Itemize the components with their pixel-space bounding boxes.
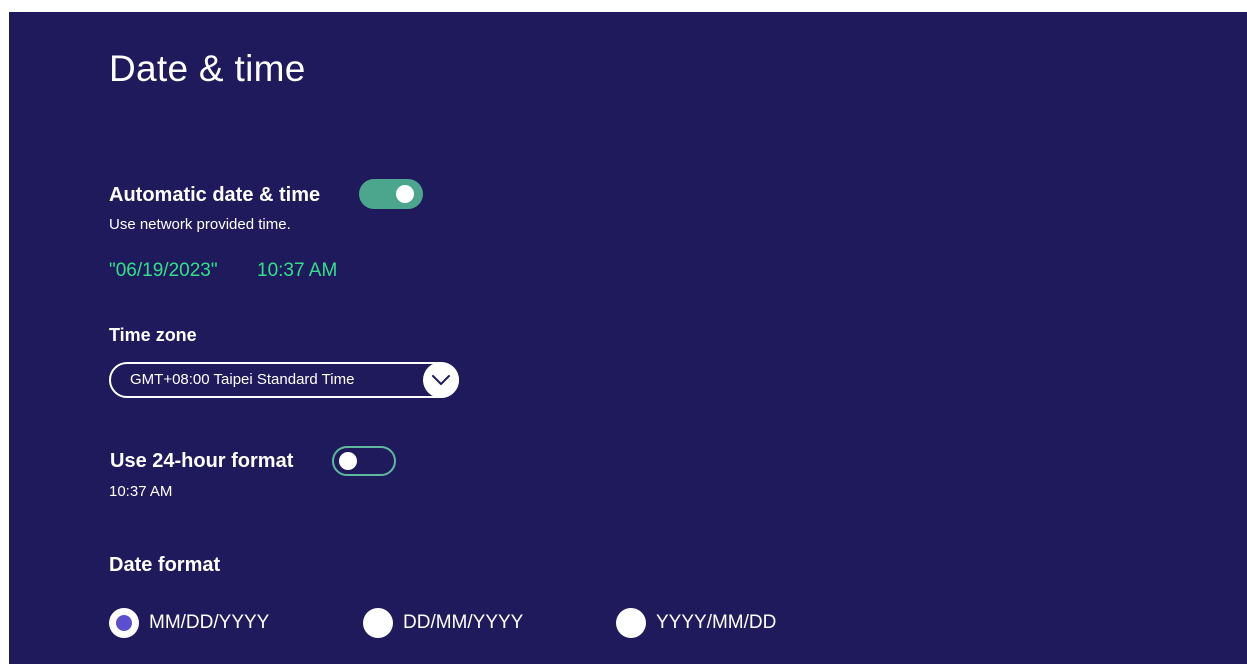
automatic-date-time-toggle[interactable]: [359, 179, 423, 209]
radio-unselected-icon[interactable]: [363, 608, 393, 638]
automatic-date-time-description: Use network provided time.: [109, 216, 291, 233]
time-zone-dropdown[interactable]: GMT+08:00 Taipei Standard Time: [109, 362, 459, 398]
hour-format-label: Use 24-hour format: [110, 450, 294, 472]
hour-format-preview: 10:37 AM: [109, 483, 173, 500]
page-title: Date & time: [109, 48, 306, 89]
radio-unselected-icon[interactable]: [616, 608, 646, 638]
radio-label: MM/DD/YYYY: [149, 612, 270, 633]
current-date: "06/19/2023": [109, 260, 218, 281]
chevron-down-icon[interactable]: [423, 362, 459, 398]
toggle-knob: [339, 452, 357, 470]
time-zone-selected-value: GMT+08:00 Taipei Standard Time: [130, 371, 355, 388]
radio-label: DD/MM/YYYY: [403, 612, 524, 633]
date-format-label: Date format: [109, 554, 221, 576]
current-time: 10:37 AM: [257, 260, 338, 281]
settings-screen: Date & time Automatic date & time Use ne…: [9, 12, 1247, 664]
hour-format-toggle[interactable]: [332, 446, 396, 476]
automatic-date-time-label: Automatic date & time: [109, 184, 321, 206]
toggle-knob: [396, 185, 414, 203]
radio-selected-icon[interactable]: [109, 608, 139, 638]
radio-label: YYYY/MM/DD: [656, 612, 777, 633]
time-zone-label: Time zone: [109, 325, 197, 345]
